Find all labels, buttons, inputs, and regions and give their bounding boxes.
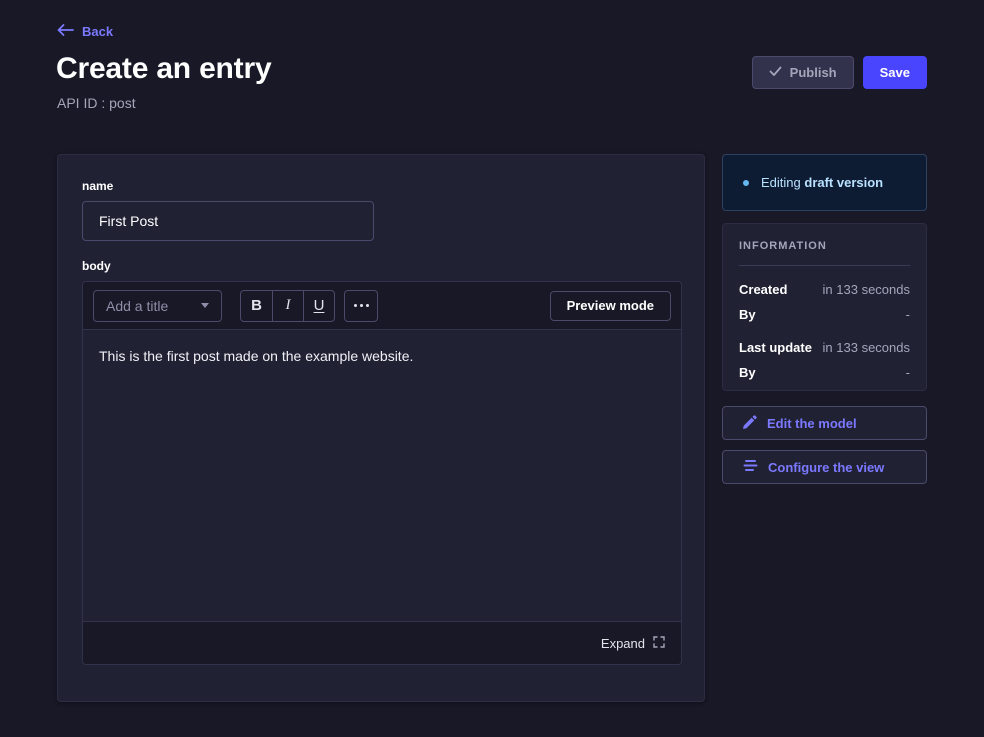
api-id-subtitle: API ID : post bbox=[57, 95, 136, 111]
info-value: - bbox=[906, 365, 910, 380]
pencil-icon bbox=[743, 415, 757, 432]
info-row-last-update: Last update in 133 seconds bbox=[739, 340, 910, 355]
expand-button-label: Expand bbox=[601, 636, 645, 651]
expand-button[interactable]: Expand bbox=[601, 636, 665, 651]
info-label: By bbox=[739, 365, 756, 380]
dot-icon bbox=[743, 180, 749, 186]
back-link[interactable]: Back bbox=[57, 24, 113, 39]
bold-button[interactable]: B bbox=[241, 291, 272, 321]
create-entry-page: Back Create an entry API ID : post Publi… bbox=[0, 0, 984, 737]
entry-form-card: name body Add a title B I U bbox=[57, 154, 705, 702]
info-label: By bbox=[739, 307, 756, 322]
editor-toolbar: Add a title B I U Preview mode bbox=[83, 282, 681, 330]
info-value: - bbox=[906, 307, 910, 322]
save-button[interactable]: Save bbox=[863, 56, 927, 89]
preview-mode-button[interactable]: Preview mode bbox=[550, 291, 671, 321]
back-label: Back bbox=[82, 24, 113, 39]
chevron-down-icon bbox=[201, 303, 209, 308]
page-title: Create an entry bbox=[56, 52, 271, 86]
info-row-created-by: By - bbox=[739, 307, 910, 322]
body-field: body Add a title B I U bbox=[82, 259, 680, 665]
arrow-left-icon bbox=[57, 24, 74, 39]
draft-status-emphasis: draft version bbox=[804, 175, 883, 190]
info-value: in 133 seconds bbox=[823, 340, 910, 355]
information-rows: Created in 133 seconds By - Last update … bbox=[739, 282, 910, 380]
edit-model-button[interactable]: Edit the model bbox=[722, 406, 927, 440]
editor-footer: Expand bbox=[83, 621, 681, 664]
name-field-label: name bbox=[82, 179, 680, 193]
title-style-dropdown-label: Add a title bbox=[106, 298, 168, 314]
name-input[interactable] bbox=[82, 201, 374, 241]
draft-status-prefix: Editing bbox=[761, 175, 801, 190]
ellipsis-icon bbox=[354, 304, 369, 307]
save-button-label: Save bbox=[880, 65, 910, 80]
edit-model-label: Edit the model bbox=[767, 416, 857, 431]
info-label: Created bbox=[739, 282, 787, 297]
title-style-dropdown[interactable]: Add a title bbox=[93, 290, 222, 322]
body-field-label: body bbox=[82, 259, 680, 273]
info-row-created: Created in 133 seconds bbox=[739, 282, 910, 297]
draft-status-text: Editing draft version bbox=[761, 175, 883, 190]
info-value: in 133 seconds bbox=[823, 282, 910, 297]
check-icon bbox=[769, 65, 782, 80]
draft-status-box: Editing draft version bbox=[722, 154, 927, 211]
information-divider bbox=[739, 265, 910, 266]
information-panel: INFORMATION Created in 133 seconds By - … bbox=[722, 223, 927, 391]
rich-text-editor: Add a title B I U Preview mode bbox=[82, 281, 682, 665]
editor-paragraph: This is the first post made on the examp… bbox=[99, 346, 665, 366]
format-button-group: B I U bbox=[240, 290, 335, 322]
configure-view-button[interactable]: Configure the view bbox=[722, 450, 927, 484]
sidebar: Editing draft version INFORMATION Create… bbox=[722, 154, 927, 484]
italic-button[interactable]: I bbox=[272, 291, 303, 321]
more-options-button[interactable] bbox=[344, 290, 378, 322]
publish-button[interactable]: Publish bbox=[752, 56, 854, 89]
information-title: INFORMATION bbox=[739, 240, 910, 252]
publish-button-label: Publish bbox=[790, 65, 837, 80]
info-label: Last update bbox=[739, 340, 812, 355]
info-row-updated-by: By - bbox=[739, 365, 910, 380]
editor-content[interactable]: This is the first post made on the examp… bbox=[83, 330, 681, 621]
underline-button[interactable]: U bbox=[303, 291, 334, 321]
expand-icon bbox=[653, 636, 665, 651]
layers-icon bbox=[743, 459, 758, 475]
header-actions: Publish Save bbox=[752, 56, 927, 89]
configure-view-label: Configure the view bbox=[768, 460, 884, 475]
